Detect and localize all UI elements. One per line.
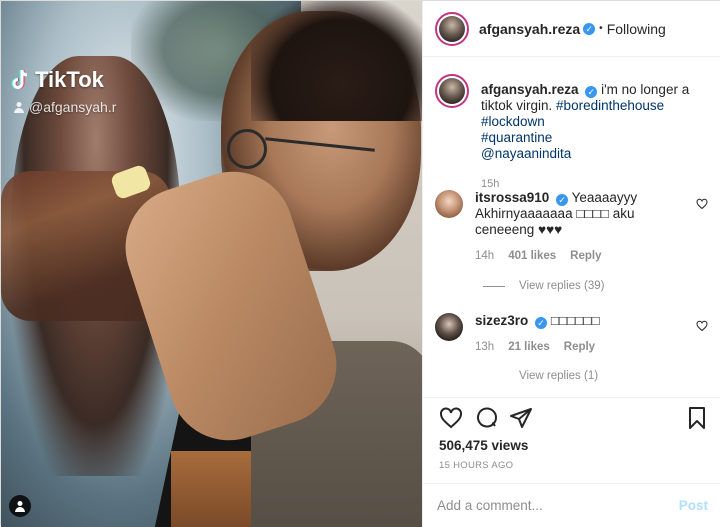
comment-item: itsrossa910 ✓ Yeaaaayyy Akhirnyaaaaaaa □…	[435, 190, 715, 264]
caption-username[interactable]: afgansyah.reza	[481, 82, 579, 97]
hashtag-link[interactable]: #boredinthehouse	[556, 98, 664, 113]
verified-icon: ✓	[556, 194, 569, 206]
following-button[interactable]: Following	[607, 21, 666, 37]
reply-button[interactable]: Reply	[570, 248, 601, 264]
comments-list[interactable]: afgansyah.reza ✓ i'm no longer a tiktok …	[423, 58, 720, 396]
comment-like-icon[interactable]	[696, 198, 708, 210]
reply-button[interactable]: Reply	[564, 339, 595, 355]
post-video[interactable]: TikTok @afgansyah.r	[1, 1, 422, 527]
caption-avatar[interactable]	[435, 74, 469, 108]
verified-icon: ✓	[585, 86, 598, 98]
save-icon[interactable]	[685, 406, 709, 430]
hashtag-link[interactable]: #lockdown	[481, 114, 545, 129]
post-modal: TikTok @afgansyah.r afgansyah.reza ✓ • F…	[0, 0, 720, 527]
tiktok-logo-icon	[11, 69, 28, 89]
post-caption: afgansyah.reza ✓ i'm no longer a tiktok …	[435, 74, 715, 192]
post-side-panel: afgansyah.reza ✓ • Following afgansyah.r…	[422, 1, 720, 527]
hashtag-link[interactable]: #quarantine	[481, 130, 552, 145]
author-username[interactable]: afgansyah.reza	[479, 21, 580, 37]
user-tag-icon	[15, 501, 25, 512]
tiktok-handle: @afgansyah.r	[13, 99, 116, 115]
verified-icon: ✓	[583, 22, 596, 35]
comment-likes[interactable]: 21 likes	[508, 339, 550, 355]
tiktok-watermark: TikTok	[11, 67, 104, 93]
comment-time[interactable]: 13h	[475, 339, 494, 355]
comment-icon[interactable]	[475, 406, 499, 430]
comment-text: □□□□□□	[550, 313, 600, 328]
view-replies-button[interactable]: View replies (1)	[483, 370, 598, 382]
share-icon[interactable]	[509, 406, 533, 430]
like-icon[interactable]	[439, 406, 463, 430]
comment-item: sizez3ro ✓ □□□□□□ 13h 21 likes Reply	[435, 313, 715, 355]
verified-icon: ✓	[535, 317, 548, 329]
comment-input[interactable]	[437, 498, 679, 513]
post-header: afgansyah.reza ✓ • Following	[423, 1, 720, 57]
commenter-username[interactable]: itsrossa910	[475, 190, 549, 205]
author-avatar[interactable]	[435, 11, 469, 46]
add-comment-bar: Post	[423, 483, 720, 527]
commenter-avatar[interactable]	[435, 190, 463, 218]
comment-time[interactable]: 14h	[475, 248, 494, 264]
view-count[interactable]: 506,475 views	[439, 438, 528, 453]
view-replies-button[interactable]: View replies (39)	[483, 280, 604, 292]
commenter-avatar[interactable]	[435, 313, 463, 341]
post-timestamp[interactable]: 15 HOURS AGO	[439, 460, 513, 471]
post-comment-button[interactable]: Post	[679, 498, 708, 513]
separator-dot: •	[599, 23, 603, 34]
comment-likes[interactable]: 401 likes	[508, 248, 556, 264]
mention-link[interactable]: @nayaanindita	[481, 146, 571, 161]
commenter-username[interactable]: sizez3ro	[475, 313, 528, 328]
user-tag-button[interactable]	[9, 495, 31, 517]
post-actions: 506,475 views 15 HOURS AGO	[423, 397, 720, 489]
tiktok-brand: TikTok	[35, 67, 104, 92]
comment-like-icon[interactable]	[696, 320, 708, 332]
user-icon	[14, 102, 24, 113]
